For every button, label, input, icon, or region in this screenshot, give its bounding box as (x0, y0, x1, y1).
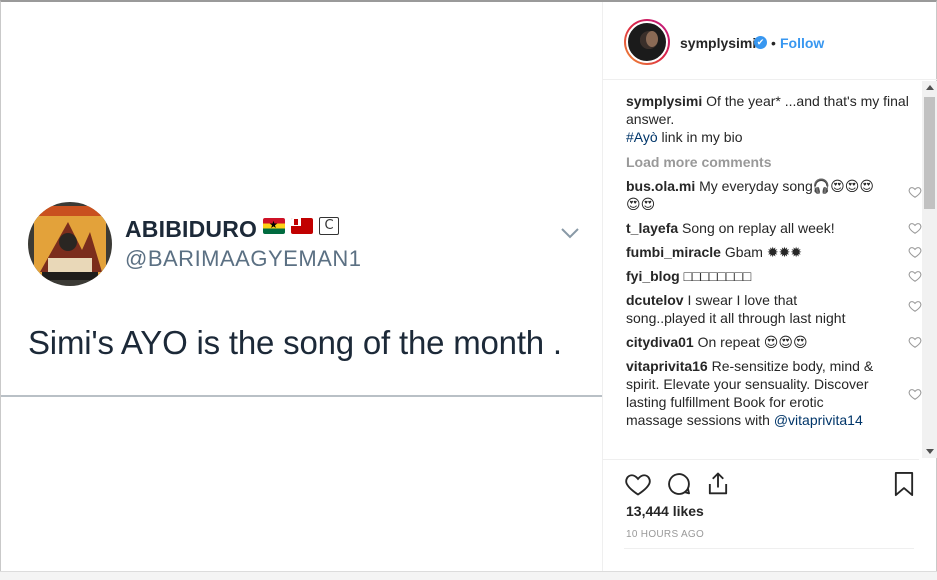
separator-dot: • (771, 35, 776, 51)
bottom-strip (0, 571, 937, 580)
post-header: symplysimi ✔ • Follow (603, 2, 937, 80)
divider (1, 395, 602, 397)
share-icon[interactable] (704, 470, 732, 498)
heart-icon[interactable] (908, 245, 922, 259)
post-image[interactable]: ABIBIDURO C @BARIMAAGYEMAN1 Simi's AYO i… (1, 2, 602, 571)
scroll-thumb[interactable] (924, 97, 935, 209)
comment-text: □□□□□□□□ (683, 268, 752, 284)
list-item: bus.ola.mi My everyday song🎧😍😍😍😍😍 (626, 177, 922, 213)
comment-username[interactable]: citydiva01 (626, 334, 694, 350)
list-item: fyi_blog □□□□□□□□ (626, 267, 922, 285)
caption: symplysimi Of the year* ...and that's my… (626, 92, 916, 146)
tweet-display-name: ABIBIDURO (125, 216, 258, 242)
header-username[interactable]: symplysimi (680, 35, 756, 51)
comment-username[interactable]: vitaprivita16 (626, 358, 708, 374)
c-box-icon: C (319, 217, 339, 235)
heart-icon[interactable] (908, 269, 922, 283)
comment-text: Song on replay all week! (682, 220, 835, 236)
scroll-down-arrow-icon[interactable] (926, 449, 934, 454)
comment-username[interactable]: fyi_blog (626, 268, 680, 284)
comments-list: symplysimi Of the year* ...and that's my… (626, 92, 922, 435)
likes-count[interactable]: 13,444 likes (626, 503, 704, 519)
comments-scrollbar[interactable] (922, 81, 937, 458)
comment-text: On repeat 😍😍😍 (697, 334, 808, 350)
timestamp[interactable]: 10 HOURS AGO (626, 529, 704, 540)
comment-username[interactable]: dcutelov (626, 292, 684, 308)
list-item: t_layefa Song on replay all week! (626, 219, 922, 237)
heart-icon[interactable] (624, 470, 652, 498)
list-item: fumbi_miracle Gbam ✹✹✹ (626, 243, 922, 261)
list-item: citydiva01 On repeat 😍😍😍 (626, 333, 922, 351)
chevron-down-icon (561, 228, 579, 239)
post-sidebar: symplysimi ✔ • Follow symplysimi Of the … (602, 2, 937, 571)
bookmark-icon[interactable] (890, 470, 918, 498)
comment-icon[interactable] (665, 470, 693, 498)
list-item: dcutelov I swear I love that song..playe… (626, 291, 922, 327)
avatar[interactable] (624, 19, 670, 65)
tweet-flags: C (263, 217, 339, 235)
comment-username[interactable]: fumbi_miracle (626, 244, 721, 260)
mention-link[interactable]: @vitaprivita14 (774, 412, 863, 428)
caption-text-2: link in my bio (657, 129, 743, 145)
hashtag-link[interactable]: #Ayò (626, 129, 658, 145)
heart-icon[interactable] (908, 335, 922, 349)
heart-icon[interactable] (908, 221, 922, 235)
heart-icon[interactable] (908, 387, 922, 401)
follow-button[interactable]: Follow (780, 35, 824, 51)
scroll-up-arrow-icon[interactable] (926, 85, 934, 90)
comment-text: Gbam ✹✹✹ (724, 244, 803, 260)
list-item: vitaprivita16 Re-sensitize body, mind & … (626, 357, 922, 429)
divider (624, 548, 914, 549)
heart-icon[interactable] (908, 185, 922, 199)
caption-username[interactable]: symplysimi (626, 93, 702, 109)
load-more-comments-button[interactable]: Load more comments (626, 153, 916, 171)
verified-icon: ✔ (754, 36, 767, 49)
tonga-flag-icon (291, 218, 313, 234)
tweet-avatar (28, 202, 112, 286)
tweet-handle: @BARIMAAGYEMAN1 (125, 246, 362, 271)
ghana-flag-icon (263, 218, 285, 234)
comment-username[interactable]: bus.ola.mi (626, 178, 695, 194)
heart-icon[interactable] (908, 299, 922, 313)
tweet-text: Simi's AYO is the song of the month . (28, 324, 562, 361)
comment-username[interactable]: t_layefa (626, 220, 678, 236)
